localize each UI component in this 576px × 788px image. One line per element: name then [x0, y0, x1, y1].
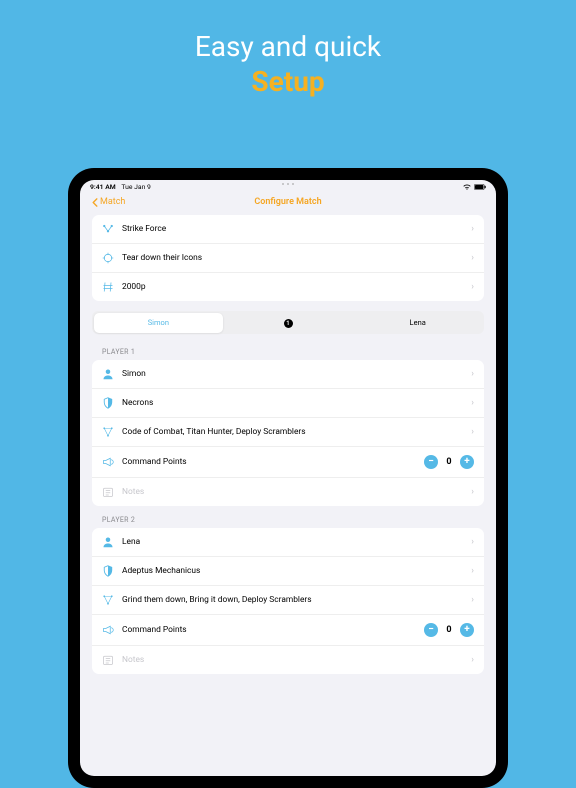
back-button[interactable]: Match — [92, 197, 125, 207]
shield-icon — [102, 397, 114, 409]
chevron-right-icon: › — [471, 369, 474, 379]
promo-header: Easy and quick Setup — [0, 0, 576, 98]
row-p1-faction[interactable]: Necrons › — [92, 389, 484, 418]
player2-group: Lena › Adeptus Mechanicus › Grind them d… — [92, 528, 484, 674]
chevron-right-icon: › — [471, 253, 474, 263]
plus-button[interactable]: + — [460, 623, 474, 637]
chevron-right-icon: › — [471, 398, 474, 408]
match-settings-group: Strike Force › Tear down their Icons › 2… — [92, 215, 484, 301]
mission-label: Tear down their Icons — [122, 253, 471, 263]
promo-line2: Setup — [0, 65, 576, 98]
status-right — [463, 184, 486, 190]
page-title: Configure Match — [254, 197, 321, 207]
player-segmented: Simon 1 Lena — [92, 311, 484, 334]
row-p2-objectives[interactable]: Grind them down, Bring it down, Deploy S… — [92, 586, 484, 615]
row-strike-force[interactable]: Strike Force › — [92, 215, 484, 244]
notes-icon — [102, 486, 114, 498]
row-p2-cp: Command Points − 0 + — [92, 615, 484, 646]
row-p1-notes[interactable]: Notes › — [92, 478, 484, 506]
p2-objectives-label: Grind them down, Bring it down, Deploy S… — [122, 595, 471, 605]
segment-middle[interactable]: 1 — [223, 313, 353, 333]
hash-icon — [102, 281, 114, 293]
p2-faction-label: Adeptus Mechanicus — [122, 566, 471, 576]
p2-cp-stepper: − 0 + — [424, 623, 474, 637]
notes-icon — [102, 654, 114, 666]
row-p1-cp: Command Points − 0 + — [92, 447, 484, 478]
p2-name-label: Lena — [122, 537, 471, 547]
player2-header: PLAYER 2 — [102, 516, 484, 524]
row-mission[interactable]: Tear down their Icons › — [92, 244, 484, 273]
person-icon — [102, 536, 114, 548]
megaphone-icon — [102, 456, 114, 468]
status-left: 9:41 AM Tue Jan 9 — [90, 183, 151, 191]
segment-lena[interactable]: Lena — [353, 313, 483, 333]
battery-icon — [474, 184, 486, 190]
objectives-icon — [102, 594, 114, 606]
content: Strike Force › Tear down their Icons › 2… — [80, 215, 496, 674]
nav-bar: Match Configure Match — [80, 191, 496, 215]
points-label: 2000p — [122, 282, 471, 292]
chevron-right-icon: › — [471, 537, 474, 547]
p1-cp-value: 0 — [444, 457, 454, 467]
promo-line1: Easy and quick — [0, 30, 576, 63]
camera-dots — [282, 183, 294, 185]
shield-icon — [102, 565, 114, 577]
force-icon — [102, 223, 114, 235]
force-label: Strike Force — [122, 224, 471, 234]
status-bar: 9:41 AM Tue Jan 9 — [80, 180, 496, 191]
megaphone-icon — [102, 624, 114, 636]
row-points[interactable]: 2000p › — [92, 273, 484, 301]
row-p2-name[interactable]: Lena › — [92, 528, 484, 557]
player1-group: Simon › Necrons › Code of Combat, Titan … — [92, 360, 484, 506]
row-p1-name[interactable]: Simon › — [92, 360, 484, 389]
row-p2-faction[interactable]: Adeptus Mechanicus › — [92, 557, 484, 586]
segment-badge: 1 — [284, 319, 293, 328]
chevron-left-icon — [92, 198, 98, 207]
back-label: Match — [100, 197, 125, 207]
p1-faction-label: Necrons — [122, 398, 471, 408]
p2-notes-label: Notes — [122, 655, 471, 665]
p1-notes-label: Notes — [122, 487, 471, 497]
chevron-right-icon: › — [471, 427, 474, 437]
chevron-right-icon: › — [471, 595, 474, 605]
p1-name-label: Simon — [122, 369, 471, 379]
ipad-screen: 9:41 AM Tue Jan 9 Match Configure Match — [80, 180, 496, 776]
status-time: 9:41 AM — [90, 183, 116, 191]
wifi-icon — [463, 184, 471, 190]
player1-header: PLAYER 1 — [102, 348, 484, 356]
p2-cp-label: Command Points — [122, 625, 424, 635]
objectives-icon — [102, 426, 114, 438]
minus-button[interactable]: − — [424, 623, 438, 637]
row-p2-notes[interactable]: Notes › — [92, 646, 484, 674]
target-icon — [102, 252, 114, 264]
p1-cp-label: Command Points — [122, 457, 424, 467]
p1-cp-stepper: − 0 + — [424, 455, 474, 469]
person-icon — [102, 368, 114, 380]
plus-button[interactable]: + — [460, 455, 474, 469]
row-p1-objectives[interactable]: Code of Combat, Titan Hunter, Deploy Scr… — [92, 418, 484, 447]
chevron-right-icon: › — [471, 487, 474, 497]
segment-simon[interactable]: Simon — [94, 313, 224, 333]
chevron-right-icon: › — [471, 655, 474, 665]
p1-objectives-label: Code of Combat, Titan Hunter, Deploy Scr… — [122, 427, 471, 437]
chevron-right-icon: › — [471, 224, 474, 234]
p2-cp-value: 0 — [444, 625, 454, 635]
status-date: Tue Jan 9 — [121, 183, 150, 191]
chevron-right-icon: › — [471, 566, 474, 576]
chevron-right-icon: › — [471, 282, 474, 292]
ipad-frame: 9:41 AM Tue Jan 9 Match Configure Match — [68, 168, 508, 788]
minus-button[interactable]: − — [424, 455, 438, 469]
